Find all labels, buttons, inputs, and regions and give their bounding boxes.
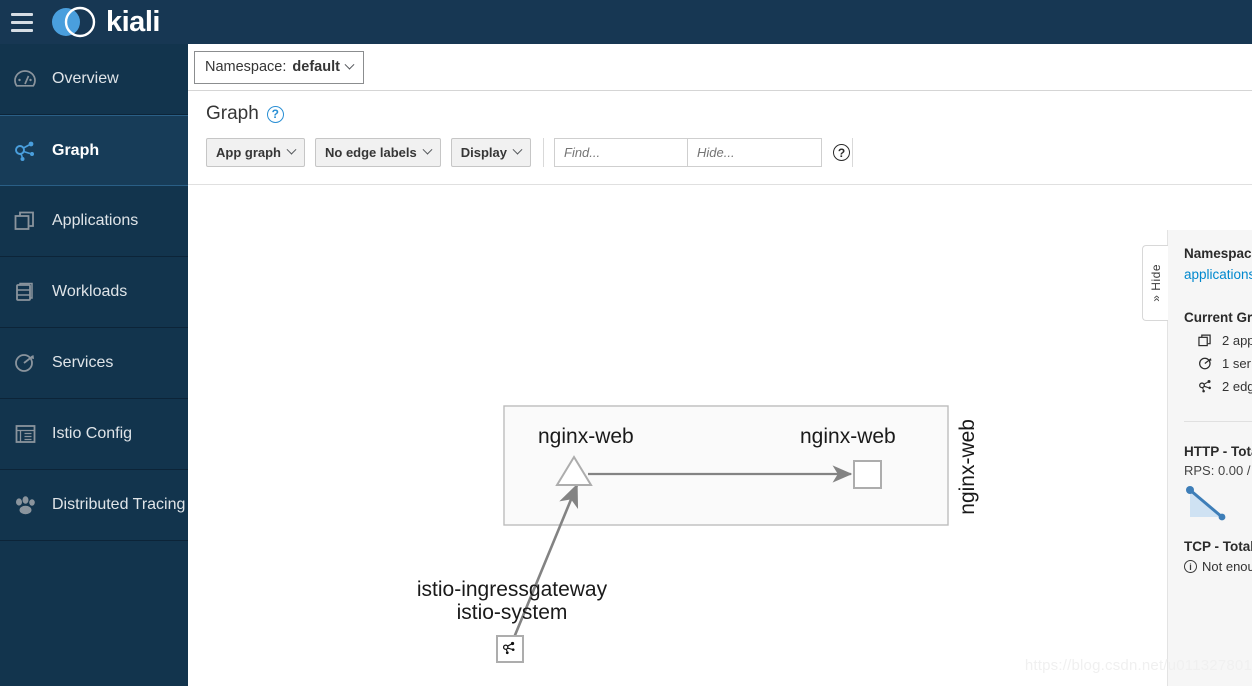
- stat-services-text: 1 ser: [1222, 355, 1251, 371]
- question-circle-icon[interactable]: ?: [266, 105, 284, 123]
- chevron-down-icon: [286, 144, 297, 155]
- sidebar-item-label: Istio Config: [52, 425, 133, 442]
- display-dropdown[interactable]: Display: [450, 138, 531, 167]
- info-circle-icon: i: [1184, 560, 1197, 573]
- sidebar-nav: Overview Graph Applications Workloads Se…: [0, 44, 188, 686]
- chevron-down-icon: [344, 59, 355, 70]
- sidebar-item-label: Graph: [52, 141, 100, 159]
- tcp-metric-title: TCP - Total: [1184, 539, 1252, 554]
- dashboard-icon: [8, 66, 42, 92]
- watermark: https://blog.csdn.net/u011327801: [1024, 657, 1252, 674]
- graph-group-side-label: nginx-web: [956, 419, 979, 515]
- graph-node-app-label: nginx-web: [800, 425, 896, 448]
- kiali-app-window: kiali Overview Graph Applications Worklo…: [0, 0, 1252, 686]
- display-label: Display: [460, 145, 507, 160]
- applications-icon: [8, 208, 42, 234]
- chevron-down-icon: [512, 144, 523, 155]
- current-graph-heading: Current Gra: [1184, 310, 1252, 325]
- brand-logo[interactable]: kiali: [48, 5, 160, 39]
- http-sparkline-chart: [1184, 484, 1252, 531]
- hamburger-bar: [11, 28, 33, 32]
- stat-edges-text: 2 edg: [1222, 378, 1252, 394]
- hamburger-bar: [11, 12, 33, 16]
- sidebar-item-workloads[interactable]: Workloads: [0, 257, 188, 328]
- find-hide-help-icon[interactable]: ?: [833, 144, 850, 161]
- http-metric-title: HTTP - Total: [1184, 444, 1252, 459]
- sidebar-item-distributed-tracing[interactable]: Distributed Tracing: [0, 470, 188, 541]
- sidebar-item-label: Applications: [52, 212, 139, 229]
- services-arrow-icon: [8, 350, 42, 376]
- find-input[interactable]: [554, 138, 688, 167]
- tcp-note-text: Not enou: [1202, 559, 1252, 574]
- side-panel-hide-toggle[interactable]: » Hide: [1142, 245, 1168, 321]
- graph-node-app[interactable]: [853, 460, 882, 489]
- sidebar-item-label: Distributed Tracing: [52, 496, 186, 513]
- namespace-prefix-label: Namespace:: [205, 59, 287, 75]
- edge-labels-label: No edge labels: [325, 145, 417, 160]
- graph-type-dropdown[interactable]: App graph: [206, 138, 305, 167]
- stat-services: 1 ser: [1184, 355, 1252, 371]
- graph-node-gateway-label: istio-ingressgateway istio-system: [392, 578, 632, 624]
- workloads-cube-icon: [8, 279, 42, 305]
- sidebar-item-graph[interactable]: Graph: [0, 115, 188, 186]
- hide-input[interactable]: [688, 138, 822, 167]
- istio-config-icon: [8, 421, 42, 447]
- graph-node-service-label: nginx-web: [538, 425, 634, 448]
- sidebar-item-applications[interactable]: Applications: [0, 186, 188, 257]
- stat-apps: 2 app: [1184, 332, 1252, 348]
- side-panel-title: Namespace: [1184, 246, 1252, 261]
- main-content: Namespace: default Graph ? App graph No …: [188, 44, 1252, 686]
- namespace-dropdown[interactable]: Namespace: default: [194, 50, 364, 84]
- graph-toolbar: App graph No edge labels Display ?: [206, 138, 1252, 167]
- topology-graph[interactable]: [188, 185, 1252, 686]
- gateway-label-line2: istio-system: [456, 600, 568, 624]
- stat-apps-text: 2 app: [1222, 332, 1252, 348]
- sidebar-item-services[interactable]: Services: [0, 328, 188, 399]
- paw-tracing-icon: [8, 492, 42, 518]
- namespace-value: default: [292, 59, 340, 75]
- graph-header: Graph ? App graph No edge labels Display: [188, 91, 1252, 167]
- chevron-down-icon: [422, 144, 433, 155]
- http-rps-value: RPS: 0.00 /: [1184, 463, 1251, 478]
- tcp-note: i Not enou: [1184, 559, 1252, 574]
- sidebar-item-label: Overview: [52, 70, 119, 87]
- graph-canvas[interactable]: nginx-web nginx-web nginx-web istio-ingr…: [188, 185, 1252, 686]
- sidebar-item-label: Workloads: [52, 283, 128, 300]
- hamburger-bar: [11, 20, 33, 24]
- sidebar-item-label: Services: [52, 354, 114, 371]
- topology-graph-icon: [1197, 378, 1213, 394]
- masthead: kiali: [0, 0, 1252, 44]
- topology-graph-icon: [8, 138, 42, 164]
- namespace-bar: Namespace: default: [188, 44, 1252, 91]
- services-arrow-icon: [1197, 355, 1213, 371]
- applications-icon: [1197, 332, 1213, 348]
- gateway-label-line1: istio-ingressgateway: [416, 578, 608, 601]
- stat-edges: 2 edg: [1184, 378, 1252, 394]
- sidebar-item-istio-config[interactable]: Istio Config: [0, 399, 188, 470]
- side-panel-applications-link[interactable]: applications: [1184, 267, 1252, 282]
- graph-title-row: Graph ?: [206, 103, 1252, 125]
- kiali-logo-icon: [52, 6, 96, 38]
- sidebar-item-overview[interactable]: Overview: [0, 44, 188, 115]
- hamburger-menu-icon[interactable]: [0, 0, 44, 44]
- edge-labels-dropdown[interactable]: No edge labels: [315, 138, 441, 167]
- side-summary-panel: Namespace applications Current Gra 2 app: [1167, 230, 1252, 686]
- side-panel-divider: [1184, 421, 1252, 422]
- hide-toggle-label: » Hide: [1148, 264, 1163, 302]
- page-title: Graph: [206, 103, 259, 124]
- brand-name: kiali: [106, 5, 160, 38]
- toolbar-divider: [852, 138, 853, 167]
- toolbar-divider: [543, 138, 544, 167]
- graph-type-label: App graph: [216, 145, 281, 160]
